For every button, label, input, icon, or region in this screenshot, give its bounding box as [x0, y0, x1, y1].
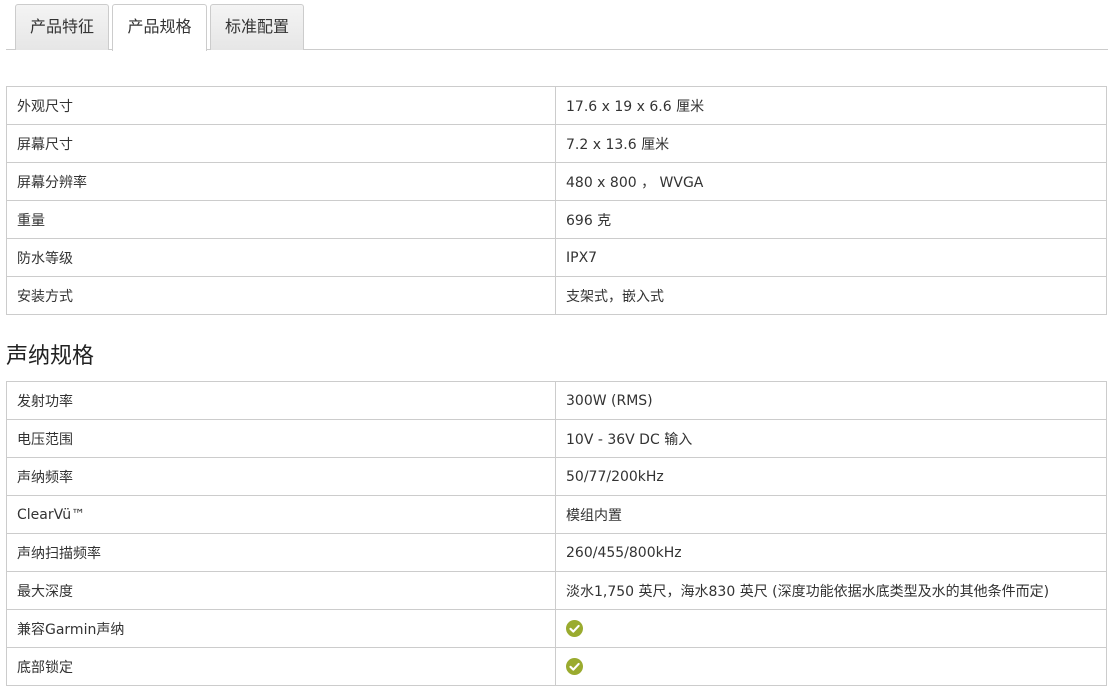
- spec-value: 260/455/800kHz: [555, 533, 1107, 572]
- spec-value: [555, 609, 1107, 648]
- spec-value: 淡水1,750 英尺，海水830 英尺 (深度功能依据水底类型及水的其他条件而定…: [555, 571, 1107, 610]
- spec-label: 发射功率: [6, 381, 556, 420]
- tab-product-features[interactable]: 产品特征: [15, 4, 109, 50]
- general-specs-table: 外观尺寸 17.6 x 19 x 6.6 厘米 屏幕尺寸 7.2 x 13.6 …: [6, 86, 1107, 315]
- spec-label: ClearVü™: [6, 495, 556, 534]
- spec-label: 底部锁定: [6, 647, 556, 686]
- tab-product-specs[interactable]: 产品规格: [112, 4, 207, 51]
- spec-value: 480 x 800 ， WVGA: [555, 162, 1107, 201]
- tab-standard-config[interactable]: 标准配置: [210, 4, 304, 50]
- table-row: 屏幕分辨率 480 x 800 ， WVGA: [6, 162, 1107, 201]
- spec-value: 10V - 36V DC 输入: [555, 419, 1107, 458]
- spec-label: 兼容Garmin声纳: [6, 609, 556, 648]
- check-circle-icon: [566, 658, 583, 675]
- table-row: 声纳频率 50/77/200kHz: [6, 457, 1107, 496]
- table-row: 外观尺寸 17.6 x 19 x 6.6 厘米: [6, 86, 1107, 125]
- spec-label: 防水等级: [6, 238, 556, 277]
- table-row: 重量 696 克: [6, 200, 1107, 239]
- spec-value: 支架式，嵌入式: [555, 276, 1107, 315]
- spec-value: 模组内置: [555, 495, 1107, 534]
- spec-value: 50/77/200kHz: [555, 457, 1107, 496]
- table-row: 底部锁定: [6, 647, 1107, 686]
- sonar-specs-heading: 声纳规格: [6, 344, 95, 369]
- table-row: 电压范围 10V - 36V DC 输入: [6, 419, 1107, 458]
- table-row: 安装方式 支架式，嵌入式: [6, 276, 1107, 315]
- spec-label: 屏幕尺寸: [6, 124, 556, 163]
- spec-value: 696 克: [555, 200, 1107, 239]
- table-row: ClearVü™ 模组内置: [6, 495, 1107, 534]
- sonar-specs-table: 发射功率 300W (RMS) 电压范围 10V - 36V DC 输入 声纳频…: [6, 381, 1107, 686]
- spec-value: 7.2 x 13.6 厘米: [555, 124, 1107, 163]
- table-row: 兼容Garmin声纳: [6, 609, 1107, 648]
- spec-label: 声纳扫描频率: [6, 533, 556, 572]
- table-row: 最大深度 淡水1,750 英尺，海水830 英尺 (深度功能依据水底类型及水的其…: [6, 571, 1107, 610]
- spec-value: 300W (RMS): [555, 381, 1107, 420]
- spec-value: 17.6 x 19 x 6.6 厘米: [555, 86, 1107, 125]
- table-row: 防水等级 IPX7: [6, 238, 1107, 277]
- spec-value: [555, 647, 1107, 686]
- spec-label: 重量: [6, 200, 556, 239]
- table-row: 声纳扫描频率 260/455/800kHz: [6, 533, 1107, 572]
- spec-label: 外观尺寸: [6, 86, 556, 125]
- check-circle-icon: [566, 620, 583, 637]
- spec-value: IPX7: [555, 238, 1107, 277]
- spec-label: 最大深度: [6, 571, 556, 610]
- spec-label: 声纳频率: [6, 457, 556, 496]
- spec-label: 屏幕分辨率: [6, 162, 556, 201]
- table-row: 发射功率 300W (RMS): [6, 381, 1107, 420]
- spec-label: 安装方式: [6, 276, 556, 315]
- spec-label: 电压范围: [6, 419, 556, 458]
- table-row: 屏幕尺寸 7.2 x 13.6 厘米: [6, 124, 1107, 163]
- tab-bar: 产品特征 产品规格 标准配置: [0, 0, 1116, 51]
